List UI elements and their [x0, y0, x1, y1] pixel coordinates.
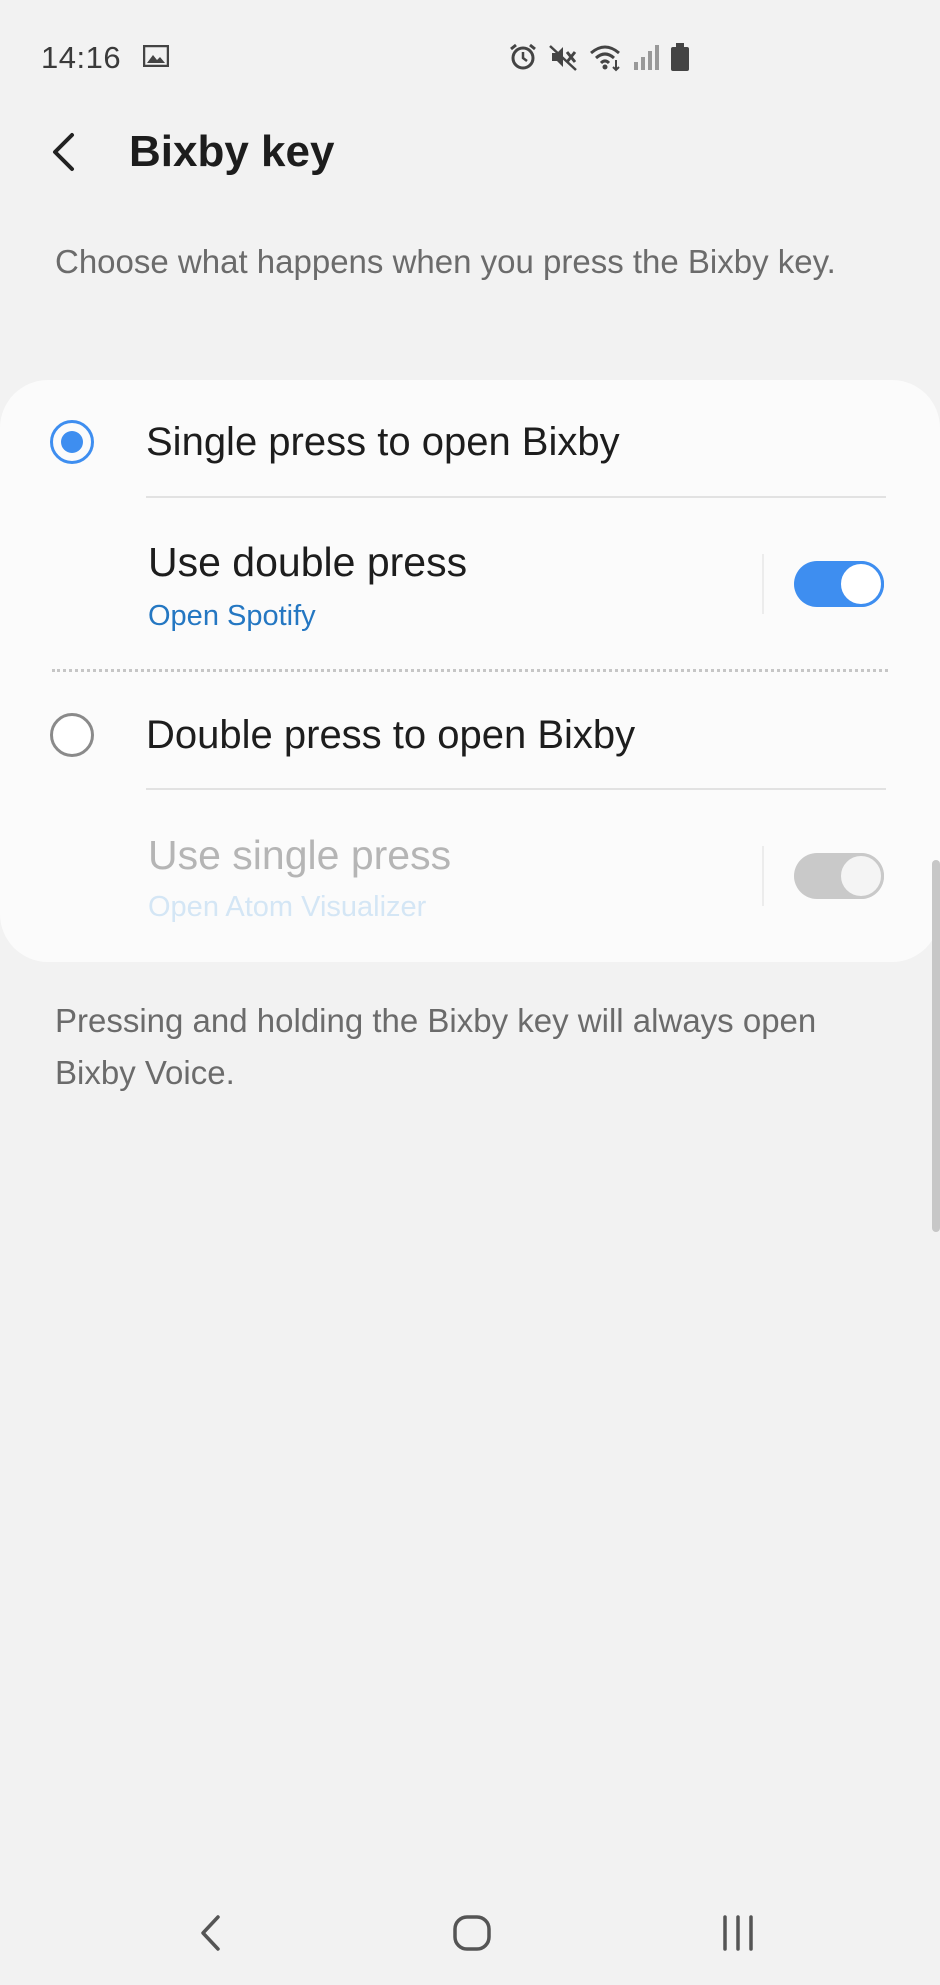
use-single-press-toggle	[794, 853, 884, 899]
signal-icon	[634, 45, 659, 70]
wifi-icon	[590, 45, 620, 72]
recents-icon	[723, 1914, 753, 1951]
use-double-press-toggle[interactable]	[794, 561, 884, 607]
mute-icon	[549, 45, 577, 71]
vertical-separator	[762, 554, 764, 614]
nav-back-button[interactable]	[170, 1880, 250, 1985]
page-title: Bixby key	[129, 127, 335, 176]
option-double-press-label[interactable]: Double press to open Bixby	[146, 710, 635, 760]
status-time: 14:16	[41, 40, 122, 75]
vertical-separator	[762, 846, 764, 906]
divider	[146, 496, 886, 498]
toggle-knob	[838, 561, 884, 607]
battery-icon	[671, 43, 689, 71]
nav-recents-button[interactable]	[698, 1880, 778, 1985]
bixby-options-card: Single press to open Bixby Use double pr…	[0, 380, 940, 962]
description-text: Choose what happens when you press the B…	[55, 243, 836, 280]
scrollbar[interactable]	[932, 860, 940, 1232]
status-bar: 14:16	[0, 0, 940, 116]
footer-note: Pressing and holding the Bixby key will …	[55, 1002, 817, 1091]
back-button[interactable]	[38, 120, 88, 184]
section-divider	[52, 669, 888, 672]
radio-single-press[interactable]	[50, 420, 94, 464]
back-icon	[201, 1914, 220, 1951]
alarm-icon	[510, 43, 536, 70]
navigation-bar	[0, 1880, 940, 1985]
use-single-press-title: Use single press	[148, 832, 452, 878]
use-double-press-title[interactable]: Use double press	[148, 537, 467, 587]
use-double-press-caption[interactable]: Open Spotify	[148, 597, 316, 635]
option-single-press-label[interactable]: Single press to open Bixby	[146, 417, 620, 467]
radio-double-press[interactable]	[50, 713, 94, 757]
gallery-icon	[143, 45, 169, 67]
divider	[146, 788, 886, 790]
toggle-knob	[838, 853, 884, 899]
use-single-press-caption: Open Atom Visualizer	[148, 891, 427, 923]
nav-home-button[interactable]	[432, 1880, 512, 1985]
back-arrow-icon	[53, 133, 74, 171]
home-icon	[453, 1914, 491, 1951]
